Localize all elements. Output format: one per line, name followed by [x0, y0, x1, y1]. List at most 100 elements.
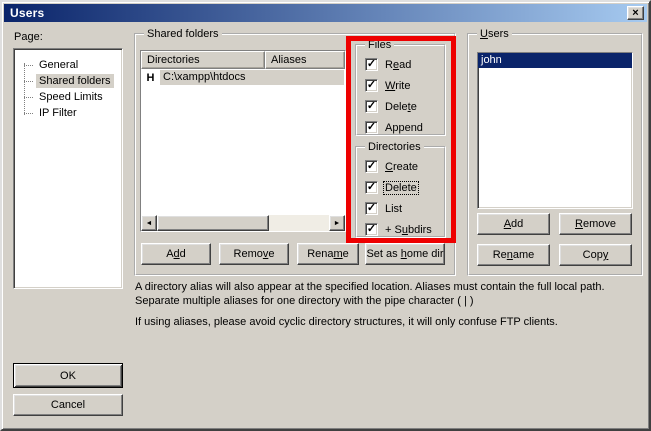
- directories-group-label: Directories: [365, 140, 424, 154]
- copy-user-button[interactable]: Copy: [559, 244, 632, 266]
- button-label: Re: [493, 249, 507, 261]
- label-text: R: [385, 59, 393, 71]
- tree-item-label: General: [36, 58, 81, 72]
- label-text: e: [411, 101, 417, 113]
- delete-dir-checkbox[interactable]: ✓: [365, 181, 378, 194]
- button-label: Rena: [307, 248, 333, 260]
- scrollbar-track[interactable]: [269, 215, 329, 231]
- checkbox-row-list[interactable]: ✓ List: [365, 201, 403, 216]
- alias-note-text: A directory alias will also appear at th…: [135, 280, 617, 308]
- scroll-left-icon[interactable]: ◄: [141, 215, 157, 231]
- column-header-directories[interactable]: Directories: [141, 51, 265, 69]
- label-key: U: [480, 28, 488, 40]
- checkbox-row-create[interactable]: ✓ Create: [365, 159, 419, 174]
- scrollbar-thumb[interactable]: [157, 215, 269, 231]
- create-checkbox[interactable]: ✓: [365, 160, 378, 173]
- table-body: H C:\xampp\htdocs: [141, 69, 345, 215]
- delete-dir-label[interactable]: Delete: [384, 182, 418, 194]
- button-label: e: [268, 248, 274, 260]
- files-group-label: Files: [365, 38, 394, 52]
- create-label[interactable]: Create: [384, 161, 419, 173]
- title-bar[interactable]: Users ×: [4, 4, 647, 22]
- button-label: Cop: [583, 249, 603, 261]
- cancel-button[interactable]: Cancel: [13, 394, 123, 416]
- close-icon[interactable]: ×: [627, 6, 644, 20]
- button-label-key: A: [504, 218, 511, 230]
- user-list-item[interactable]: john: [478, 53, 632, 68]
- files-permissions-group: Files ✓ Read ✓ Write ✓ Delete ✓ Append: [355, 44, 446, 136]
- label-key: C: [385, 161, 393, 173]
- label-text: sers: [488, 28, 509, 40]
- checkbox-row-delete-file[interactable]: ✓ Delete: [365, 99, 418, 114]
- label-text: Delete: [385, 182, 417, 194]
- tree-item-ip-filter[interactable]: IP Filter: [14, 105, 122, 121]
- users-group-label: Users: [477, 27, 512, 41]
- check-icon: ✓: [367, 101, 376, 112]
- horizontal-scrollbar[interactable]: ◄ ►: [141, 215, 345, 231]
- remove-directory-button[interactable]: Remove: [219, 243, 289, 265]
- directory-cell[interactable]: C:\xampp\htdocs: [160, 70, 344, 85]
- tree-item-label: Speed Limits: [36, 90, 106, 104]
- tree-item-speed-limits[interactable]: Speed Limits: [14, 89, 122, 105]
- rename-directory-button[interactable]: Rename: [297, 243, 359, 265]
- checkbox-row-append[interactable]: ✓ Append: [365, 120, 424, 135]
- users-group: Users john Add Remove Rename Copy: [467, 33, 643, 276]
- cyclic-note-text: If using aliases, please avoid cyclic di…: [135, 315, 617, 329]
- append-label[interactable]: Append: [384, 122, 424, 134]
- label-key: W: [385, 80, 395, 92]
- subdirs-label[interactable]: + Subdirs: [384, 224, 433, 236]
- delete-file-checkbox[interactable]: ✓: [365, 100, 378, 113]
- checkbox-row-write[interactable]: ✓ Write: [365, 78, 411, 93]
- list-label[interactable]: List: [384, 203, 403, 215]
- button-label: d: [180, 248, 186, 260]
- directories-table: Directories Aliases H C:\xampp\htdocs ◄ …: [140, 50, 346, 232]
- read-checkbox[interactable]: ✓: [365, 58, 378, 71]
- tree-item-general[interactable]: General: [14, 57, 122, 73]
- button-label: OK: [60, 370, 76, 382]
- button-label: emove: [583, 218, 616, 230]
- button-label: Remo: [234, 248, 263, 260]
- label-text: + S: [385, 224, 402, 236]
- delete-file-label[interactable]: Delete: [384, 101, 418, 113]
- users-listbox[interactable]: john: [477, 52, 633, 209]
- tree-item-shared-folders[interactable]: Shared folders: [14, 73, 122, 89]
- button-label-key: y: [603, 249, 609, 261]
- scroll-right-glyph: ►: [334, 220, 341, 227]
- label-text: reate: [393, 161, 418, 173]
- write-label[interactable]: Write: [384, 80, 411, 92]
- table-header: Directories Aliases: [141, 51, 345, 69]
- label-text: bdirs: [408, 224, 432, 236]
- remove-user-button[interactable]: Remove: [559, 213, 632, 235]
- list-checkbox[interactable]: ✓: [365, 202, 378, 215]
- add-directory-button[interactable]: Add: [141, 243, 211, 265]
- scroll-left-glyph: ◄: [146, 220, 153, 227]
- user-name: john: [481, 54, 502, 66]
- checkbox-row-subdirs[interactable]: ✓ + Subdirs: [365, 222, 433, 237]
- table-row[interactable]: H C:\xampp\htdocs: [141, 69, 345, 86]
- button-label: A: [166, 248, 173, 260]
- write-checkbox[interactable]: ✓: [365, 79, 378, 92]
- label-text: List: [385, 203, 402, 215]
- label-text: Dele: [385, 101, 408, 113]
- label-text: Append: [385, 122, 423, 134]
- column-header-label: Aliases: [271, 54, 306, 66]
- scroll-right-icon[interactable]: ►: [329, 215, 345, 231]
- set-as-home-dir-button[interactable]: Set as home dir: [365, 243, 445, 265]
- column-header-aliases[interactable]: Aliases: [265, 51, 345, 69]
- button-label-key: m: [334, 248, 343, 260]
- button-label: e: [343, 248, 349, 260]
- rename-user-button[interactable]: Rename: [477, 244, 550, 266]
- checkbox-row-delete-dir[interactable]: ✓ Delete: [365, 180, 418, 195]
- ok-button[interactable]: OK: [13, 363, 123, 388]
- read-label[interactable]: Read: [384, 59, 412, 71]
- tree-item-label: Shared folders: [36, 74, 114, 88]
- append-checkbox[interactable]: ✓: [365, 121, 378, 134]
- checkbox-row-read[interactable]: ✓ Read: [365, 57, 412, 72]
- check-icon: ✓: [367, 80, 376, 91]
- window-title: Users: [10, 6, 44, 20]
- add-user-button[interactable]: Add: [477, 213, 550, 235]
- check-icon: ✓: [367, 122, 376, 133]
- subdirs-checkbox[interactable]: ✓: [365, 223, 378, 236]
- check-icon: ✓: [367, 224, 376, 235]
- page-tree: General Shared folders Speed Limits IP F…: [13, 48, 123, 289]
